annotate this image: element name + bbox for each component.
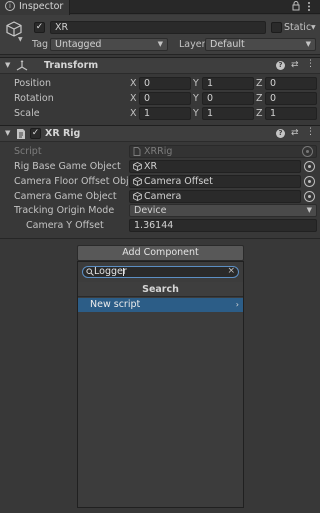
- layer-dropdown[interactable]: Default ▼: [205, 38, 316, 51]
- static-label: Static: [284, 22, 312, 33]
- camera-y-field[interactable]: 1.36144: [129, 219, 317, 232]
- axis-y-label[interactable]: Y: [193, 106, 199, 121]
- axis-x-label[interactable]: X: [130, 91, 137, 106]
- camera-y-label: Camera Y Offset: [26, 220, 104, 231]
- foldout-arrow-icon[interactable]: ▼: [5, 129, 10, 137]
- lock-icon[interactable]: [292, 1, 300, 11]
- transform-z-field[interactable]: 1: [265, 107, 317, 120]
- info-icon: i: [5, 1, 15, 11]
- xrrig-enabled-checkbox[interactable]: ✓: [30, 128, 41, 139]
- object-picker-icon[interactable]: [304, 176, 315, 187]
- transform-y-field[interactable]: 1: [202, 107, 254, 120]
- search-category-header: Search: [78, 282, 243, 297]
- transform-x-field[interactable]: 0: [139, 77, 191, 90]
- transform-x-field[interactable]: 1: [139, 107, 191, 120]
- tag-value: Untagged: [55, 39, 102, 50]
- foldout-arrow-icon[interactable]: ▼: [5, 61, 10, 69]
- chevron-down-icon: ▼: [306, 206, 312, 214]
- rig-base-value: XR: [144, 161, 158, 172]
- axis-z-label[interactable]: Z: [256, 91, 263, 106]
- icon-dropdown-arrow-icon[interactable]: ▼: [18, 36, 23, 43]
- axis-y-label[interactable]: Y: [193, 76, 199, 91]
- camera-go-field[interactable]: Camera: [129, 190, 301, 203]
- tracking-value: Device: [134, 205, 167, 216]
- rig-base-label: Rig Base Game Object: [14, 161, 121, 172]
- transform-y-field[interactable]: 0: [202, 92, 254, 105]
- component-menu-icon[interactable]: ⋮: [306, 59, 315, 69]
- kebab-menu-icon[interactable]: [306, 1, 312, 12]
- axis-y-label[interactable]: Y: [193, 91, 199, 106]
- axis-z-label[interactable]: Z: [256, 76, 263, 91]
- script-field: XRRig: [129, 145, 317, 158]
- inspector-tab-label: Inspector: [19, 1, 64, 12]
- xrrig-title: XR Rig: [45, 128, 81, 139]
- gameobject-name-field[interactable]: XR: [50, 21, 266, 34]
- rig-base-field[interactable]: XR: [129, 160, 301, 173]
- chevron-down-icon: ▼: [157, 40, 163, 48]
- transform-title: Transform: [44, 60, 99, 71]
- search-icon: [86, 268, 94, 276]
- script-value: XRRig: [144, 146, 173, 157]
- axis-x-label[interactable]: X: [130, 106, 137, 121]
- list-item-new-script[interactable]: New script ›: [78, 298, 243, 312]
- static-dropdown-arrow-icon[interactable]: ▼: [311, 24, 316, 31]
- transform-x-field[interactable]: 0: [139, 92, 191, 105]
- tag-dropdown[interactable]: Untagged ▼: [50, 38, 168, 51]
- layer-label: Layer: [179, 39, 206, 50]
- clear-search-icon[interactable]: ×: [227, 266, 235, 277]
- component-menu-icon[interactable]: ⋮: [306, 127, 315, 137]
- add-component-button[interactable]: Add Component: [77, 245, 244, 261]
- axis-x-label[interactable]: X: [130, 76, 137, 91]
- search-input[interactable]: Logger ×: [82, 266, 239, 278]
- text-caret: [123, 268, 124, 276]
- camera-go-value: Camera: [144, 191, 182, 202]
- gameobject-cube-icon: [133, 177, 142, 186]
- transform-row-label: Scale: [14, 108, 40, 119]
- camera-floor-label: Camera Floor Offset Object: [14, 176, 144, 187]
- transform-row-label: Rotation: [14, 93, 54, 104]
- inspector-tab[interactable]: i Inspector: [0, 0, 70, 15]
- camera-floor-value: Camera Offset: [144, 176, 213, 187]
- search-header-label: Search: [142, 284, 179, 295]
- camera-floor-field[interactable]: Camera Offset: [129, 175, 301, 188]
- script-label: Script: [14, 146, 42, 157]
- static-checkbox[interactable]: [271, 22, 282, 33]
- camera-go-label: Camera Game Object: [14, 191, 117, 202]
- transform-y-field[interactable]: 1: [202, 77, 254, 90]
- chevron-right-icon: ›: [235, 300, 239, 309]
- object-picker-icon[interactable]: [304, 191, 315, 202]
- component-divider: [0, 238, 320, 239]
- transform-z-field[interactable]: 0: [265, 77, 317, 90]
- list-item-label: New script: [90, 299, 141, 310]
- tracking-label: Tracking Origin Mode: [14, 205, 115, 216]
- add-component-label: Add Component: [122, 247, 199, 258]
- preset-icon[interactable]: ⇄: [291, 128, 299, 138]
- active-checkbox[interactable]: ✓: [34, 22, 45, 33]
- transform-z-field[interactable]: 0: [265, 92, 317, 105]
- layer-value: Default: [210, 39, 245, 50]
- chevron-down-icon: ▼: [305, 40, 311, 48]
- gameobject-cube-icon: [133, 192, 142, 201]
- preset-icon[interactable]: ⇄: [291, 60, 299, 70]
- gameobject-cube-icon: [133, 162, 142, 171]
- add-component-popup: Logger × Search New script ›: [77, 261, 244, 508]
- transform-row-label: Position: [14, 78, 51, 89]
- object-picker-icon[interactable]: [304, 161, 315, 172]
- script-file-icon: [133, 147, 141, 156]
- tracking-dropdown[interactable]: Device ▼: [129, 204, 317, 217]
- search-text: Logger: [94, 266, 127, 277]
- help-icon[interactable]: ?: [276, 61, 285, 70]
- script-icon: [16, 128, 26, 140]
- xrrig-header[interactable]: ▼ ✓ XR Rig ? ⇄ ⋮: [0, 125, 320, 142]
- help-icon[interactable]: ?: [276, 129, 285, 138]
- transform-icon: [16, 60, 28, 72]
- object-picker-icon: [302, 146, 313, 157]
- tag-label: Tag: [32, 39, 49, 50]
- transform-header[interactable]: ▼ Transform ? ⇄ ⋮: [0, 57, 320, 74]
- axis-z-label[interactable]: Z: [256, 106, 263, 121]
